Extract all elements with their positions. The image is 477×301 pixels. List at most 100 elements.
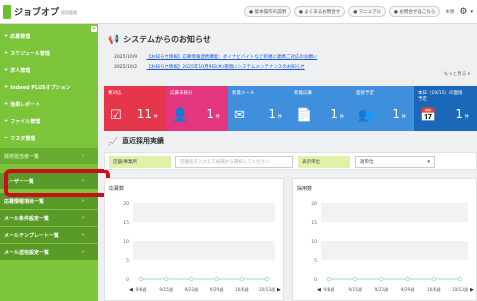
- x-tick-label: 10/6週: [235, 286, 249, 293]
- user-name[interactable]: 木原: [445, 9, 454, 15]
- chart-next-arrow[interactable]: ▶: [277, 287, 281, 293]
- x-tick-label: 10/6週: [427, 286, 441, 293]
- grid-band: [321, 203, 468, 222]
- card-count: 1: [206, 107, 214, 121]
- expand-icon: +: [4, 50, 9, 56]
- card-interviews[interactable]: 面接予定 👥 1 件: [352, 86, 414, 131]
- sidebar-subitem-mail-conditions[interactable]: メール条件設定一覧 ›: [0, 210, 98, 226]
- card-icon: 📄: [296, 108, 313, 123]
- filter-bar: 店舗/事業所 店舗名を入力して候補から選択してください 表示単位 週単位 ▾: [104, 152, 477, 170]
- card-icon: 👥: [358, 108, 375, 123]
- chart-next-arrow[interactable]: ▶: [470, 287, 474, 293]
- sidebar-item-schedule[interactable]: + スケジュール管理: [0, 45, 98, 61]
- sidebar-item-label: メールテンプレート一覧: [4, 232, 59, 239]
- chevron-right-icon: ›: [81, 249, 84, 255]
- data-point[interactable]: [214, 276, 219, 282]
- store-label: 店舗/事業所: [109, 156, 171, 168]
- x-tick-label: 9/22週: [375, 286, 389, 293]
- card-icon: ☑: [110, 108, 122, 123]
- notices-heading: 📢 システムからのお知らせ: [108, 34, 211, 45]
- display-unit-value: 週単位: [360, 160, 374, 165]
- sidebar-item-jobs[interactable]: + 求人管理: [0, 62, 98, 78]
- card-unassigned[interactable]: 応募未振分 👤 1 件: [166, 86, 228, 131]
- data-point[interactable]: [264, 276, 270, 282]
- notices-title: システムからのお知らせ: [123, 35, 211, 44]
- data-point[interactable]: [189, 276, 194, 282]
- notices-more-link[interactable]: もっと見る ▾: [444, 71, 470, 77]
- chevron-right-icon: ›: [81, 232, 84, 238]
- notice-row: 2025/10/9 【お知らせ情報】応募情報連携機能：ダイナビバイトなど新規に連…: [114, 54, 317, 60]
- grid-band: [321, 222, 468, 241]
- card-unit: 件: [339, 115, 345, 120]
- card-new-mail[interactable]: 新着メール ✉ 1 件: [228, 86, 290, 131]
- card-unit: 件: [277, 115, 283, 120]
- header-actions: ● 基本操作の説明 ● よくあるお問合せ ● マニュアル ● お問合せはこちら …: [244, 6, 473, 17]
- data-point[interactable]: [138, 276, 144, 282]
- chart-icon: 📈: [108, 136, 118, 146]
- x-tick-label: 9/8週: [136, 286, 148, 293]
- grid-band: [321, 241, 468, 260]
- chevron-down-icon[interactable]: ▾: [470, 9, 473, 15]
- sidebar-item-files[interactable]: + ファイル管理: [0, 113, 98, 129]
- contact-button[interactable]: ● お問合せはこちら: [389, 6, 441, 17]
- sidebar-item-label: 応募情報項目一覧: [4, 198, 45, 205]
- card-today-interviews[interactable]: 本日（10/15）の面接 予定 📅 1 件: [414, 86, 477, 131]
- chart-prev-arrow[interactable]: ◀: [129, 287, 133, 293]
- grid-band: [133, 241, 275, 260]
- expand-icon: +: [4, 33, 9, 39]
- data-point[interactable]: [239, 276, 244, 282]
- x-tick-label: 9/29週: [210, 286, 224, 293]
- logo[interactable]: ジョブオプ 採用管理: [3, 4, 77, 19]
- card-label-line2: 予定: [418, 97, 427, 102]
- data-point[interactable]: [326, 276, 332, 282]
- card-action-required[interactable]: 要対応 ☑ 11 件: [104, 86, 166, 131]
- y-tick-label: 20: [123, 201, 129, 207]
- x-tick-label: 9/15週: [159, 286, 173, 293]
- card-count: 1: [392, 107, 400, 121]
- store-search-input[interactable]: 店舗名を入力して候補から選択してください: [175, 156, 293, 168]
- data-point[interactable]: [405, 276, 410, 282]
- sidebar-item-master[interactable]: − マスタ管理: [0, 130, 98, 146]
- hires-chart-panel: 採用数 0 5 10 15 20 ◀ 9/8週 9/15週 9/22週 9/29週 10/6週 10/…: [292, 178, 477, 301]
- data-point[interactable]: [353, 276, 358, 282]
- x-tick-label: 9/8週: [324, 286, 336, 293]
- x-tick-label: 9/15週: [348, 286, 362, 293]
- sidebar-subitem-mail-send-settings[interactable]: メール送信設定一覧 ›: [0, 244, 98, 260]
- sidebar-subitem-recruiters[interactable]: 採用担当者一覧 ›: [0, 148, 98, 164]
- sidebar-item-label: Indeed PLUSオプション: [10, 84, 71, 91]
- faq-button[interactable]: ● よくあるお問合せ: [293, 6, 346, 17]
- gear-icon[interactable]: ⚙: [459, 7, 467, 17]
- display-unit-label: 表示単位: [298, 156, 350, 168]
- sidebar-item-indeed-plus[interactable]: + Indeed PLUSオプション: [0, 79, 98, 95]
- expand-icon: +: [4, 84, 9, 90]
- y-tick-label: 5: [126, 258, 129, 264]
- chevron-down-icon: ▾: [427, 159, 430, 165]
- applications-chart: 0 5 10 15 20 ◀ 9/8週 9/15週 9/22週 9/29週 10/6週 10/13週 ▶: [123, 201, 281, 293]
- basic-guide-button[interactable]: ● 基本操作の説明: [244, 6, 291, 17]
- notice-link[interactable]: 【お知らせ情報】2025年10月9日(木)夜間にシステムメンテナンスのお知らせ: [147, 65, 305, 70]
- grid-band: [133, 203, 275, 222]
- expand-icon: +: [4, 101, 9, 107]
- chevron-right-icon: ›: [81, 215, 84, 221]
- data-point[interactable]: [457, 276, 463, 282]
- sidebar-item-reports[interactable]: + 効果レポート: [0, 96, 98, 112]
- notice-link[interactable]: 【お知らせ情報】応募情報連携機能：ダイナビバイトなど新規に連携ご対応のお願い: [147, 55, 318, 60]
- manual-button[interactable]: ● マニュアル: [348, 6, 387, 17]
- sidebar-item-applications[interactable]: + 応募管理: [0, 28, 98, 44]
- chart-prev-arrow[interactable]: ◀: [317, 287, 321, 293]
- data-point[interactable]: [431, 276, 436, 282]
- data-point[interactable]: [164, 276, 169, 282]
- sidebar-subitem-mail-templates[interactable]: メールテンプレート一覧 ›: [0, 227, 98, 243]
- card-new-applications[interactable]: 新着応募 📄 1 件: [290, 86, 352, 131]
- y-tick-label: 15: [123, 220, 129, 226]
- y-tick-label: 5: [314, 258, 317, 264]
- megaphone-icon: 📢: [108, 34, 120, 45]
- display-unit-select[interactable]: 週単位 ▾: [355, 156, 435, 168]
- app-root: ジョブオプ 採用管理 ● 基本操作の説明 ● よくあるお問合せ ● マニュアル …: [0, 0, 477, 301]
- chevron-right-icon: ›: [81, 198, 84, 204]
- sidebar: « + 応募管理 + スケジュール管理 + 求人管理 + Indeed PLUS…: [0, 24, 98, 301]
- performance-heading: 📈 直近採用実績: [108, 136, 164, 146]
- summary-cards: 要対応 ☑ 11 件応募未振分 👤 1 件新着メール ✉ 1 件新着応募 📄 1 件面接予定 👥 1 件本日（…: [104, 86, 477, 131]
- expand-icon: +: [4, 118, 9, 124]
- data-point[interactable]: [379, 276, 384, 282]
